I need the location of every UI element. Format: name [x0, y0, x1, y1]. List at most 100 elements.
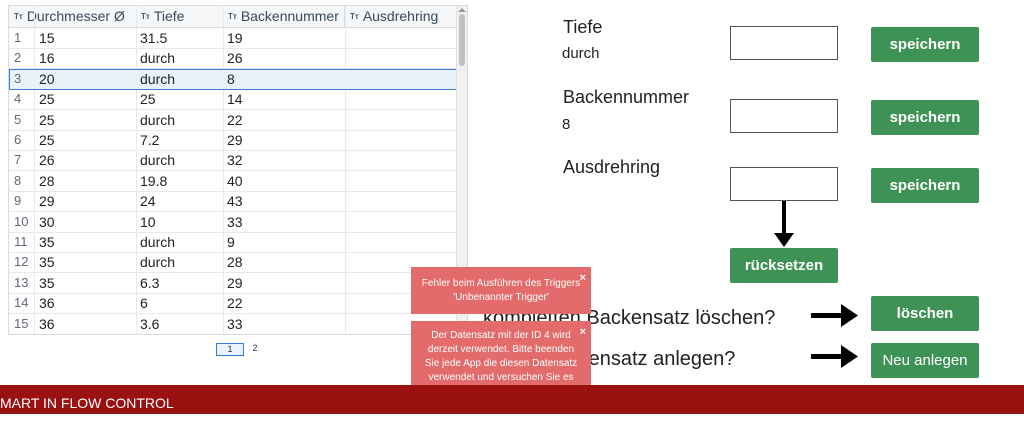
cell-backennummer: 22	[227, 295, 243, 312]
cell-backennummer: 19	[227, 30, 243, 46]
column-header-durchmesser[interactable]: Tт Durchmesser Ø	[9, 6, 137, 27]
table-row[interactable]: 3 20 durch 8	[9, 68, 457, 90]
tiefe-label: Tiefe	[563, 17, 603, 37]
table-row[interactable]: 5 25 durch 22	[9, 110, 457, 131]
column-header-backennummer[interactable]: Tт Backennummer	[224, 6, 345, 27]
table-row[interactable]: 7 26 durch 32	[9, 150, 457, 172]
text-type-icon: Tт	[350, 12, 359, 21]
column-header-tiefe[interactable]: Tт Tiefe	[137, 6, 224, 27]
cell-backennummer: 29	[227, 274, 243, 291]
arrow-down-icon	[774, 201, 794, 247]
cell-durchmesser: 20	[39, 70, 55, 87]
table-row[interactable]: 6 25 7.2 29	[9, 130, 457, 151]
cell-tiefe: 31.5	[140, 30, 168, 46]
table-row[interactable]: 4 25 25 14	[9, 89, 457, 111]
cell-durchmesser: 35	[39, 254, 55, 271]
table-row[interactable]: 9 29 24 43	[9, 191, 457, 213]
tiefe-save-button[interactable]: speichern	[871, 27, 979, 62]
cell-backennummer: 26	[227, 50, 243, 67]
row-number: 13	[14, 274, 29, 290]
ausdrehring-label: Ausdrehring	[563, 157, 661, 177]
cell-durchmesser: 30	[39, 213, 55, 230]
row-number: 8	[14, 172, 22, 188]
cell-tiefe: 24	[140, 193, 156, 210]
cell-durchmesser: 16	[39, 50, 55, 67]
table-row[interactable]: 14 36 6 22	[9, 293, 457, 315]
row-number: 1	[14, 30, 22, 45]
row-number: 4	[14, 91, 22, 107]
backennummer-value: 8	[562, 116, 571, 133]
table-row[interactable]: 12 35 durch 28	[9, 252, 457, 274]
cell-tiefe: durch	[140, 254, 176, 271]
toast-close-icon[interactable]: ×	[580, 271, 586, 285]
text-type-icon: Tт	[141, 12, 150, 21]
cell-durchmesser: 25	[39, 91, 55, 108]
row-number: 5	[14, 111, 22, 127]
ausdrehring-save-button[interactable]: speichern	[871, 168, 979, 203]
backennummer-label: Backennummer	[563, 87, 690, 107]
table-row[interactable]: 13 35 6.3 29	[9, 273, 457, 294]
arrow-right-icon	[811, 345, 858, 368]
footer-brand: MART IN FLOW CONTROL	[0, 395, 174, 411]
page-2-button[interactable]: 2	[250, 343, 260, 354]
column-header-ausdrehring[interactable]: Tт Ausdrehring	[346, 6, 458, 27]
cell-tiefe: 6.3	[140, 274, 160, 291]
row-number: 7	[14, 152, 22, 168]
cell-tiefe: durch	[140, 152, 176, 169]
table-row[interactable]: 8 28 19.8 40	[9, 171, 457, 192]
backennummer-input[interactable]	[730, 99, 838, 133]
scroll-thumb[interactable]	[459, 14, 465, 66]
cell-backennummer: 14	[227, 91, 243, 108]
table-row[interactable]: 11 35 durch 9	[9, 232, 457, 253]
row-number: 6	[14, 132, 22, 147]
backennummer-save-button[interactable]: speichern	[871, 100, 979, 135]
row-number: 9	[14, 193, 22, 209]
row-number: 10	[14, 213, 29, 229]
cell-durchmesser: 26	[39, 152, 55, 169]
row-number: 14	[14, 295, 29, 311]
cell-durchmesser: 35	[39, 274, 55, 291]
cell-backennummer: 40	[227, 172, 243, 189]
cell-durchmesser: 36	[39, 295, 55, 312]
cell-durchmesser: 36	[39, 315, 55, 332]
cell-backennummer: 28	[227, 254, 243, 271]
cell-backennummer: 33	[227, 213, 243, 230]
cell-tiefe: 7.2	[140, 132, 160, 148]
cell-tiefe: 19.8	[140, 172, 168, 189]
reset-button[interactable]: rücksetzen	[730, 248, 838, 283]
scroll-up-icon[interactable]	[458, 8, 466, 12]
cell-tiefe: 6	[140, 295, 148, 312]
row-number: 15	[14, 315, 29, 331]
cell-backennummer: 8	[227, 70, 235, 87]
new-button[interactable]: Neu anlegen	[871, 343, 979, 378]
tiefe-input[interactable]	[730, 26, 838, 60]
cell-durchmesser: 25	[39, 132, 55, 148]
error-toast-trigger: × Fehler beim Ausführen des Triggers 'Un…	[411, 267, 591, 314]
toast-close-icon[interactable]: ×	[580, 325, 586, 339]
tiefe-value: durch	[562, 45, 600, 62]
cell-backennummer: 22	[227, 111, 243, 128]
row-number: 11	[14, 234, 28, 249]
cell-backennummer: 32	[227, 152, 243, 169]
delete-button[interactable]: löschen	[871, 296, 979, 331]
cell-tiefe: 10	[140, 213, 156, 230]
table-row[interactable]: 1 15 31.5 19	[9, 28, 457, 49]
cell-tiefe: 3.6	[140, 315, 160, 332]
cell-backennummer: 43	[227, 193, 243, 210]
table-row[interactable]: 2 16 durch 26	[9, 48, 457, 70]
cell-durchmesser: 15	[39, 30, 55, 46]
table-row[interactable]: 15 36 3.6 33	[9, 314, 457, 334]
cell-tiefe: 25	[140, 91, 156, 108]
cell-backennummer: 9	[227, 234, 235, 250]
page-1-button[interactable]: 1	[216, 343, 244, 356]
table-row[interactable]: 10 30 10 33	[9, 212, 457, 233]
cell-durchmesser: 35	[39, 234, 55, 250]
cell-backennummer: 29	[227, 132, 243, 148]
row-number: 12	[14, 254, 29, 270]
toast-message: Fehler beim Ausführen des Triggers 'Unbe…	[421, 278, 581, 303]
data-grid: Tт Durchmesser Ø Tт Tiefe Tт Backennummer T…	[8, 5, 468, 335]
row-number: 2	[14, 50, 22, 66]
ausdrehring-input[interactable]	[730, 167, 838, 201]
cell-durchmesser: 25	[39, 111, 55, 128]
cell-backennummer: 33	[227, 315, 243, 332]
